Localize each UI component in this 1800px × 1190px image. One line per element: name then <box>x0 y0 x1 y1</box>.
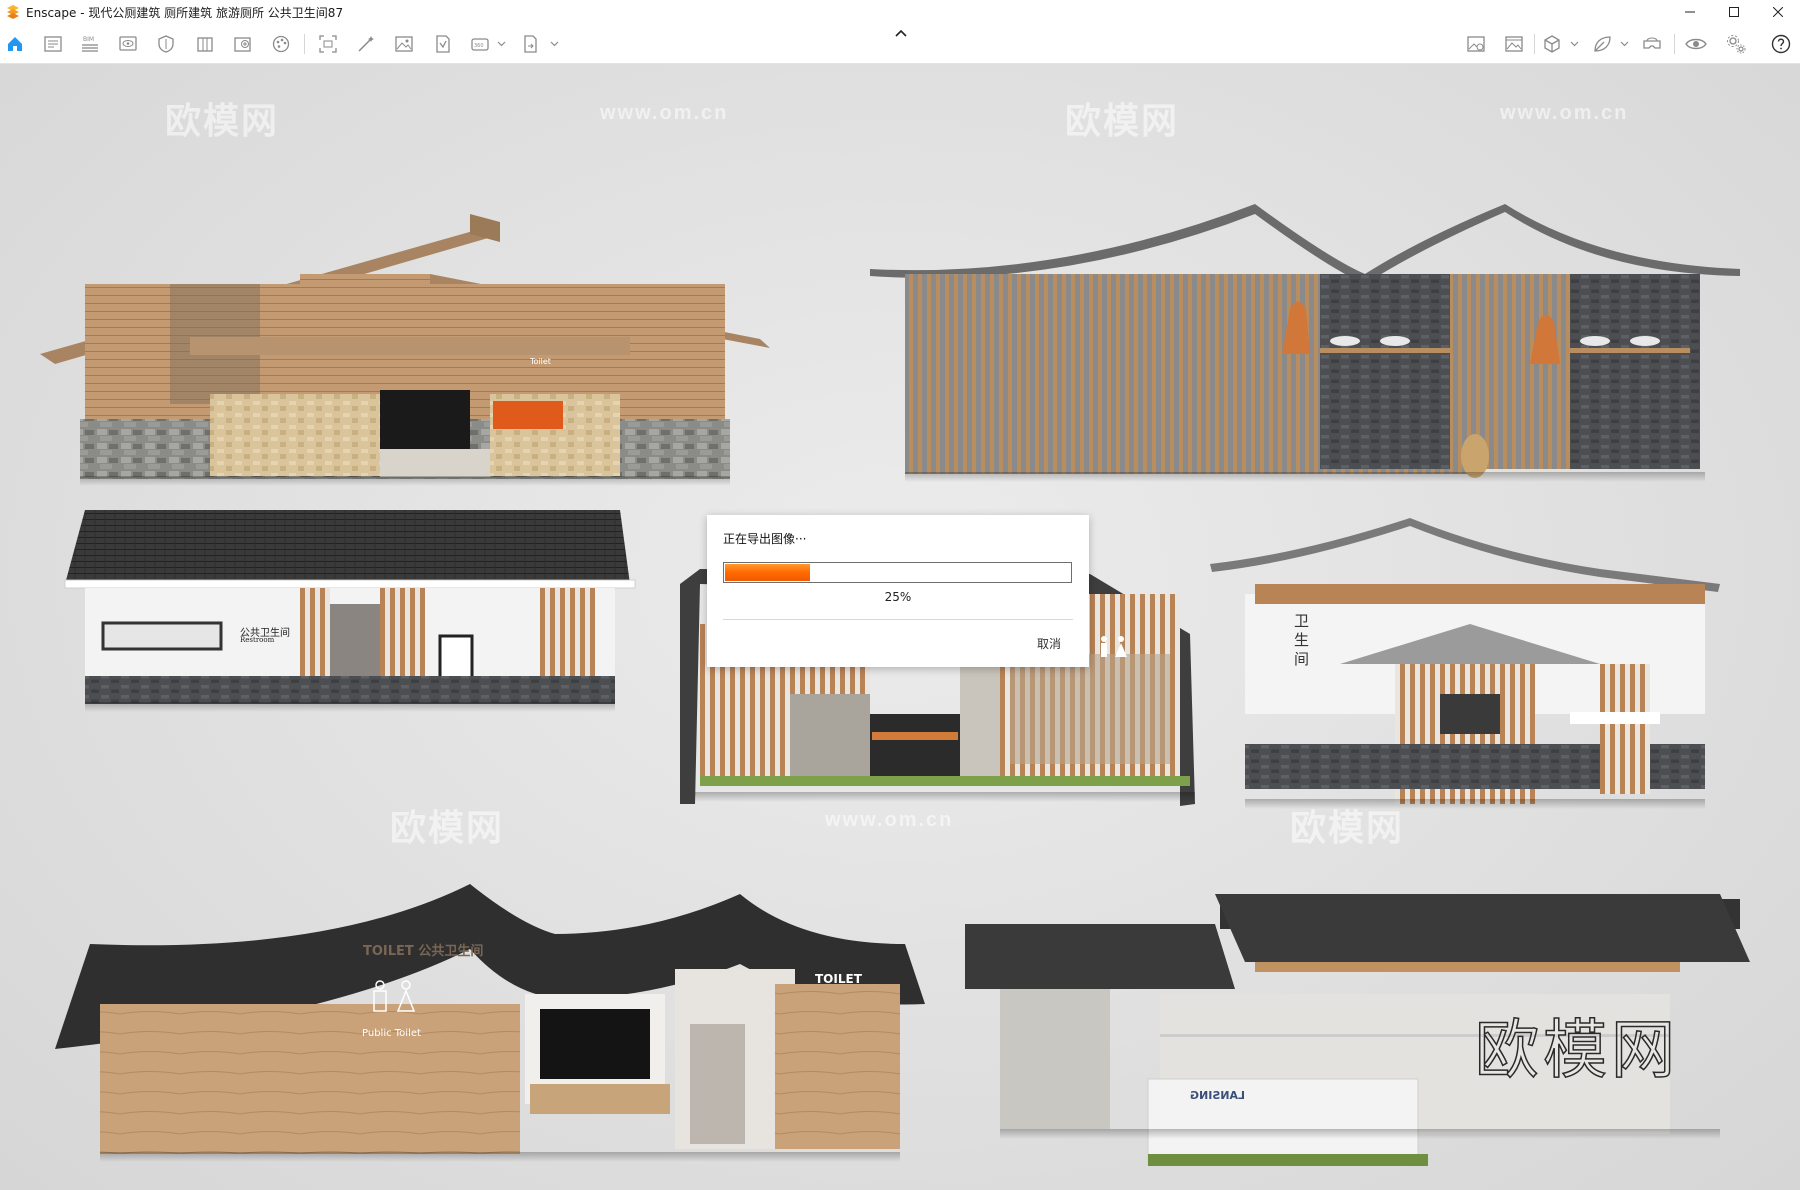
document-icon <box>44 36 62 52</box>
chevron-down-icon[interactable] <box>1570 39 1579 48</box>
screenshot-icon <box>319 35 337 53</box>
public-toilet-label: Public Toilet <box>362 1028 421 1039</box>
watermark: www.om.cn <box>825 809 954 831</box>
svg-text:360: 360 <box>474 43 484 49</box>
watermark: www.om.cn <box>600 102 729 124</box>
chevron-down-icon[interactable] <box>497 39 506 48</box>
toilet-label-right: TOILET <box>815 972 862 986</box>
building-curved-roof-toilet <box>55 884 925 1162</box>
chevron-down-icon[interactable] <box>1620 39 1629 48</box>
window-title: Enscape - 现代公厕建筑 厕所建筑 旅游厕所 公共卫生间87 <box>26 5 344 20</box>
close-button[interactable] <box>1756 0 1800 24</box>
progress-fill <box>725 564 810 581</box>
watermark: 欧模网 <box>390 807 505 848</box>
progress-bar <box>723 562 1072 583</box>
image-editor-icon <box>1467 36 1485 52</box>
bim-badge-text: BIM <box>83 36 94 43</box>
building-slat-pavilion <box>870 204 1740 482</box>
toolbar-separator <box>304 34 305 54</box>
vertical-restroom-sign: 卫生间 <box>1294 612 1310 668</box>
asset-add-icon <box>234 37 251 52</box>
palette-icon <box>272 35 290 53</box>
cube-icon <box>1544 35 1560 53</box>
help-icon <box>1771 34 1791 54</box>
close-icon <box>1773 7 1783 17</box>
magic-button[interactable] <box>353 31 379 57</box>
dialog-title: 正在导出图像··· <box>723 532 807 546</box>
restroom-figures-icon <box>373 980 416 1012</box>
building-wooden-pavilion <box>40 214 770 486</box>
visibility-button[interactable] <box>1683 31 1709 57</box>
panorama-button[interactable]: 360 <box>467 31 493 57</box>
building-wooden-frame-restroom <box>1210 518 1720 809</box>
magic-wand-icon <box>358 36 374 52</box>
material-button[interactable] <box>268 31 294 57</box>
cube-button[interactable] <box>1539 31 1565 57</box>
restroom-figures-icon <box>1101 636 1127 657</box>
minimize-button[interactable] <box>1668 0 1712 24</box>
title-bar: Enscape - 现代公厕建筑 厕所建筑 旅游厕所 公共卫生间87 <box>0 0 1800 24</box>
settings-button[interactable] <box>1723 31 1749 57</box>
gallery-button[interactable] <box>1501 31 1527 57</box>
vr-headset-icon <box>1643 37 1661 49</box>
batch-render-button[interactable] <box>429 31 455 57</box>
collapse-toolbar-button[interactable] <box>892 26 910 40</box>
home-icon <box>8 37 22 51</box>
help-button[interactable] <box>1768 31 1794 57</box>
asset-library-icon <box>197 37 213 52</box>
watermark: 欧模网 <box>165 100 280 141</box>
leaf-button[interactable] <box>1589 31 1615 57</box>
minimize-icon <box>1685 11 1695 13</box>
view-button[interactable] <box>115 31 141 57</box>
shield-button[interactable] <box>153 31 179 57</box>
gallery-icon <box>1505 36 1523 52</box>
bim-icon: BIM <box>82 36 98 52</box>
home-button[interactable] <box>2 31 28 57</box>
watermark: www.om.cn <box>1500 102 1629 124</box>
toilet-sign: Toilet <box>530 357 551 366</box>
export-progress-dialog: 正在导出图像··· 25% 取消 <box>707 515 1089 667</box>
chevron-down-icon[interactable] <box>550 39 559 48</box>
restroom-sign-en: Restroom <box>240 636 275 644</box>
shield-icon <box>158 35 174 53</box>
cancel-button[interactable]: 取消 <box>1037 635 1061 652</box>
screenshot-button[interactable] <box>315 31 341 57</box>
render-image-button[interactable] <box>391 31 417 57</box>
export-icon <box>524 35 537 53</box>
window-controls <box>1668 0 1800 24</box>
leaf-icon <box>1594 36 1611 52</box>
progress-percent: 25% <box>884 590 912 604</box>
lansing-sign: LANSING <box>1190 1089 1245 1102</box>
brand-watermark: 欧模网 <box>1474 1013 1679 1089</box>
image-icon <box>395 36 413 52</box>
toilet-label: TOILET 公共卫生间 <box>363 944 484 959</box>
eye-icon <box>1685 38 1707 50</box>
settings-icon <box>1727 35 1746 54</box>
watermark: 欧模网 <box>1290 807 1405 848</box>
chevron-up-icon <box>895 29 907 37</box>
building-tile-roof-house <box>64 510 636 712</box>
toolbar-separator <box>1534 34 1535 54</box>
maximize-button[interactable] <box>1712 0 1756 24</box>
enscape-logo-icon <box>7 5 19 19</box>
watermark: 欧模网 <box>1065 100 1180 141</box>
export-button[interactable] <box>517 31 543 57</box>
panorama-icon: 360 <box>471 38 489 51</box>
asset-library-button[interactable] <box>192 31 218 57</box>
image-editor-button[interactable] <box>1463 31 1489 57</box>
document-button[interactable] <box>40 31 66 57</box>
vr-button[interactable] <box>1639 31 1665 57</box>
dialog-divider <box>723 619 1073 620</box>
batch-render-icon <box>436 35 450 53</box>
monitor-eye-icon <box>119 36 137 51</box>
bim-button[interactable]: BIM <box>77 31 103 57</box>
asset-add-button[interactable] <box>230 31 256 57</box>
maximize-icon <box>1729 7 1739 17</box>
toolbar-separator <box>1674 34 1675 54</box>
